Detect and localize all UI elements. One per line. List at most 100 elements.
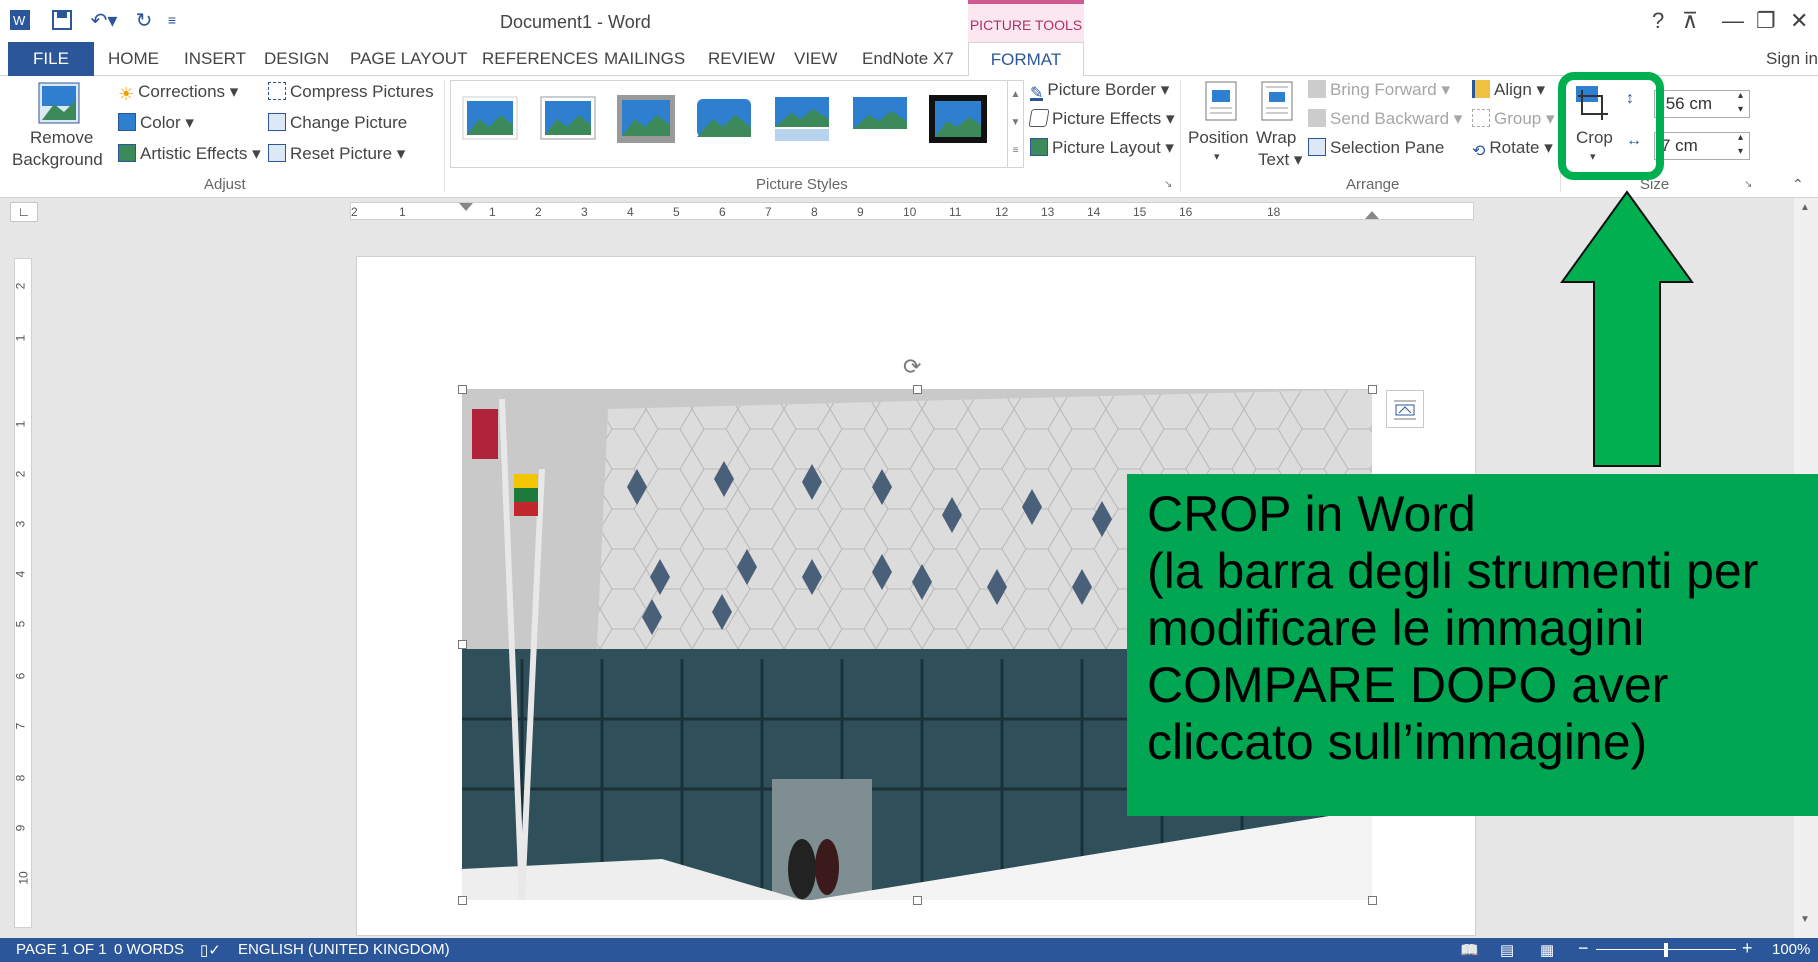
resize-handle[interactable] xyxy=(1368,385,1377,394)
ruler-number: 4 xyxy=(13,570,28,578)
arrange-group-label: Arrange xyxy=(1346,176,1400,193)
scroll-up-icon[interactable]: ▲ xyxy=(1800,202,1810,213)
print-layout-icon[interactable]: ▤ xyxy=(1500,941,1514,959)
collapse-ribbon-icon[interactable]: ⌃ xyxy=(1792,176,1804,193)
rotate-button[interactable]: ⟲ Rotate ▾ xyxy=(1472,138,1553,160)
tab-view[interactable]: VIEW xyxy=(794,42,837,76)
group-icon xyxy=(1472,109,1490,127)
selection-pane-button[interactable]: Selection Pane xyxy=(1308,138,1444,158)
wrap-text-icon xyxy=(1261,81,1293,121)
page-count[interactable]: PAGE 1 OF 1 xyxy=(16,941,107,958)
zoom-level[interactable]: 100% xyxy=(1772,941,1810,958)
layout-options-button[interactable] xyxy=(1386,390,1424,428)
size-launcher-icon[interactable]: ↘ xyxy=(1744,179,1752,190)
customize-qat-icon[interactable]: ≡ xyxy=(164,8,180,32)
picture-style-4[interactable] xyxy=(695,95,753,143)
spinner-icon[interactable]: ▴ ▾ xyxy=(1738,131,1743,159)
horizontal-ruler[interactable]: 2 1 1 2 3 4 5 6 7 8 9 10 11 12 13 14 15 16 18 xyxy=(350,202,1474,220)
language[interactable]: ENGLISH (UNITED KINGDOM) xyxy=(238,941,450,958)
reset-picture-button[interactable]: Reset Picture ▾ xyxy=(268,144,405,164)
tab-review[interactable]: REVIEW xyxy=(708,42,775,76)
sign-in-link[interactable]: Sign in xyxy=(1766,42,1818,76)
selection-pane-label: Selection Pane xyxy=(1330,138,1445,157)
rotate-handle-icon[interactable]: ⟳ xyxy=(903,354,921,380)
picture-style-5[interactable] xyxy=(773,95,831,143)
corrections-button[interactable]: ☀ Corrections ▾ xyxy=(118,82,238,104)
picture-border-button[interactable]: ✎ Picture Border ▾ xyxy=(1030,80,1169,102)
gallery-scroll-buttons[interactable]: ▲ ▼ ≡ xyxy=(1007,81,1023,167)
picture-layout-button[interactable]: Picture Layout ▾ xyxy=(1030,138,1174,158)
align-icon xyxy=(1472,80,1490,98)
ruler-number: 16 xyxy=(1179,205,1193,219)
color-button[interactable]: Color ▾ xyxy=(118,113,194,133)
remove-background-label-1: Remove xyxy=(30,128,94,147)
group-divider xyxy=(444,80,445,192)
scroll-down-icon[interactable]: ▼ xyxy=(1800,914,1810,925)
reset-picture-label: Reset Picture xyxy=(290,144,393,163)
ruler-number: 8 xyxy=(811,205,818,219)
maximize-button[interactable]: ❐ xyxy=(1756,8,1776,34)
resize-handle[interactable] xyxy=(913,385,922,394)
bring-forward-button[interactable]: Bring Forward ▾ xyxy=(1308,80,1450,100)
resize-handle[interactable] xyxy=(458,640,467,649)
spinner-icon[interactable]: ▴ ▾ xyxy=(1738,89,1743,117)
help-button[interactable]: ? xyxy=(1652,8,1664,34)
tab-home[interactable]: HOME xyxy=(108,42,159,76)
tab-format[interactable]: FORMAT xyxy=(968,42,1084,77)
artistic-effects-button[interactable]: Artistic Effects ▾ xyxy=(118,144,261,164)
picture-layout-label: Picture Layout xyxy=(1052,138,1161,157)
save-icon[interactable] xyxy=(50,8,74,32)
group-label: Group xyxy=(1494,109,1542,128)
picture-styles-gallery: ▲ ▼ ≡ xyxy=(450,80,1024,168)
resize-handle[interactable] xyxy=(458,385,467,394)
web-layout-icon[interactable]: ▦ xyxy=(1540,941,1554,959)
undo-icon[interactable]: ↶▾ xyxy=(86,8,122,32)
close-button[interactable]: ✕ xyxy=(1790,8,1808,34)
zoom-out-button[interactable]: − xyxy=(1578,938,1589,959)
zoom-in-button[interactable]: + xyxy=(1742,938,1753,959)
picture-effects-button[interactable]: Picture Effects ▾ xyxy=(1028,109,1175,129)
tab-endnote[interactable]: EndNote X7 xyxy=(862,42,954,76)
ribbon-display-options-button[interactable]: ⊼ xyxy=(1682,8,1698,34)
align-button[interactable]: Align ▾ xyxy=(1472,80,1545,100)
ruler-number: 15 xyxy=(1133,205,1147,219)
picture-style-6[interactable] xyxy=(851,95,909,143)
zoom-slider-thumb[interactable] xyxy=(1664,943,1668,957)
reset-picture-icon xyxy=(268,144,286,162)
ruler-number: 5 xyxy=(673,205,680,219)
tab-page-layout[interactable]: PAGE LAYOUT xyxy=(350,42,467,76)
tab-mailings[interactable]: MAILINGS xyxy=(604,42,685,76)
resize-handle[interactable] xyxy=(1368,896,1377,905)
sun-icon: ☀ xyxy=(118,84,135,104)
change-picture-button[interactable]: Change Picture xyxy=(268,113,407,133)
tab-references[interactable]: REFERENCES xyxy=(482,42,598,76)
vertical-ruler[interactable]: 2 1 1 2 3 4 5 6 7 8 9 10 xyxy=(13,258,32,928)
compress-pictures-button[interactable]: Compress Pictures xyxy=(268,82,434,102)
tab-insert[interactable]: INSERT xyxy=(184,42,246,76)
read-mode-icon[interactable]: 📖 xyxy=(1460,941,1479,959)
picture-style-2[interactable] xyxy=(539,95,597,143)
bring-forward-label: Bring Forward xyxy=(1330,80,1437,99)
ruler-number: 1 xyxy=(13,334,28,342)
shape-width-value: 7 cm xyxy=(1661,136,1698,155)
shape-width-input[interactable]: 7 cm ▴ ▾ xyxy=(1654,132,1750,160)
redo-icon[interactable]: ↻ xyxy=(132,8,156,32)
right-indent-marker[interactable] xyxy=(1365,211,1379,219)
word-count[interactable]: 0 WORDS xyxy=(114,941,184,958)
ruler-number: 6 xyxy=(719,205,726,219)
picture-styles-launcher-icon[interactable]: ↘ xyxy=(1164,179,1172,190)
send-backward-button[interactable]: Send Backward ▾ xyxy=(1308,109,1462,129)
first-line-indent-marker[interactable] xyxy=(459,203,473,211)
tab-selector[interactable]: ∟ xyxy=(10,202,38,222)
shape-height-input[interactable]: ,56 cm ▴ ▾ xyxy=(1654,90,1750,118)
picture-style-7[interactable] xyxy=(929,95,987,143)
proofing-icon[interactable]: ▯✓ xyxy=(200,941,221,959)
resize-handle[interactable] xyxy=(458,896,467,905)
picture-style-3[interactable] xyxy=(617,95,675,143)
picture-style-1[interactable] xyxy=(461,95,519,143)
resize-handle[interactable] xyxy=(913,896,922,905)
tab-design[interactable]: DESIGN xyxy=(264,42,329,76)
group-button[interactable]: Group ▾ xyxy=(1472,109,1555,129)
tab-file[interactable]: FILE xyxy=(8,42,94,76)
minimize-button[interactable]: — xyxy=(1722,8,1744,34)
